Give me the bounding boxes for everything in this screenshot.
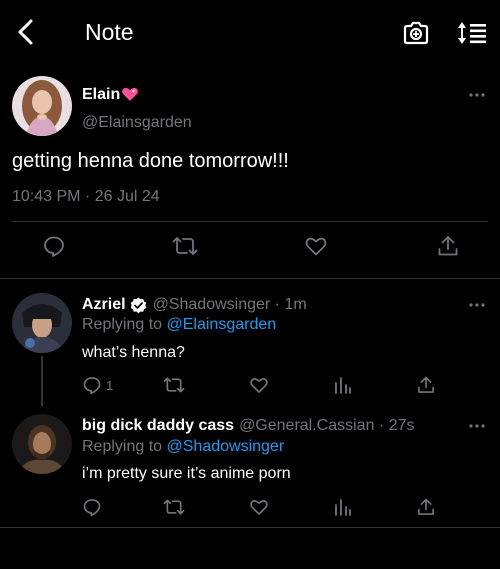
pink-heart-icon: [122, 87, 138, 101]
reply-text: i’m pretty sure it’s anime porn: [82, 465, 291, 482]
reply-icon: [83, 499, 101, 517]
like-button[interactable]: [249, 497, 269, 517]
verified-badge-icon: [130, 296, 146, 313]
replying-to: Replying to @Shadowsinger: [82, 438, 284, 456]
share-icon: [418, 376, 434, 393]
reply-count: 1: [106, 377, 114, 393]
author-name[interactable]: Azriel: [82, 296, 126, 314]
reply-header: Azriel @Shadowsinger · 1m: [82, 296, 307, 314]
share-button[interactable]: [436, 234, 460, 258]
reply-icon: [83, 377, 101, 395]
reply-actions: 1: [0, 375, 500, 405]
like-icon: [250, 378, 268, 393]
analytics-icon: [335, 499, 351, 516]
page-title: Note: [85, 19, 134, 45]
author-name[interactable]: big dick daddy cass: [82, 417, 234, 435]
post-text: getting henna done tomorrow!!!: [12, 150, 289, 172]
divider: [0, 278, 500, 279]
author-handle[interactable]: @Elainsgarden: [82, 114, 192, 132]
like-icon: [305, 237, 327, 256]
repost-button[interactable]: [163, 375, 185, 395]
post-actions: [0, 234, 500, 264]
divider: [12, 221, 488, 222]
back-arrow-icon[interactable]: [14, 18, 38, 46]
author-name[interactable]: Elain: [82, 86, 120, 104]
top-bar: Note: [0, 0, 500, 66]
more-options-icon[interactable]: [468, 423, 486, 429]
reply-actions: [0, 497, 500, 527]
views-button[interactable]: [333, 497, 353, 517]
author-handle-time[interactable]: @General.Cassian · 27s: [239, 417, 414, 435]
repost-button[interactable]: [172, 234, 198, 258]
avatar[interactable]: [12, 76, 72, 136]
divider: [0, 527, 500, 528]
like-button[interactable]: [304, 234, 328, 258]
repost-icon: [163, 499, 185, 515]
author-handle-time[interactable]: @Shadowsinger · 1m: [153, 296, 307, 314]
analytics-icon: [335, 377, 351, 394]
reply-text: what’s henna?: [82, 344, 185, 361]
like-icon: [250, 500, 268, 515]
sort-icon[interactable]: [456, 20, 488, 46]
avatar[interactable]: [12, 293, 72, 353]
repost-button[interactable]: [163, 497, 185, 517]
like-button[interactable]: [249, 375, 269, 395]
replying-prefix: Replying to: [82, 438, 167, 455]
post-timestamp: 10:43 PM · 26 Jul 24: [12, 188, 160, 205]
share-button[interactable]: [416, 375, 436, 395]
replying-to: Replying to @Elainsgarden: [82, 316, 276, 334]
camera-icon[interactable]: [402, 20, 430, 46]
reply-button[interactable]: 1: [82, 375, 113, 395]
repost-icon: [163, 377, 185, 393]
share-button[interactable]: [416, 497, 436, 517]
more-options-icon[interactable]: [468, 302, 486, 308]
share-icon: [418, 498, 434, 515]
replying-to-link[interactable]: @Shadowsinger: [167, 438, 285, 455]
more-options-icon[interactable]: [468, 92, 486, 98]
reply-button[interactable]: [42, 234, 66, 258]
replying-prefix: Replying to: [82, 316, 167, 333]
reply-button[interactable]: [82, 497, 102, 517]
views-button[interactable]: [333, 375, 353, 395]
reply-header: big dick daddy cass @General.Cassian · 2…: [82, 417, 415, 435]
replying-to-link[interactable]: @Elainsgarden: [167, 316, 277, 333]
reply-icon: [44, 236, 64, 257]
share-icon: [438, 236, 458, 256]
repost-icon: [172, 237, 198, 255]
avatar[interactable]: [12, 414, 72, 474]
